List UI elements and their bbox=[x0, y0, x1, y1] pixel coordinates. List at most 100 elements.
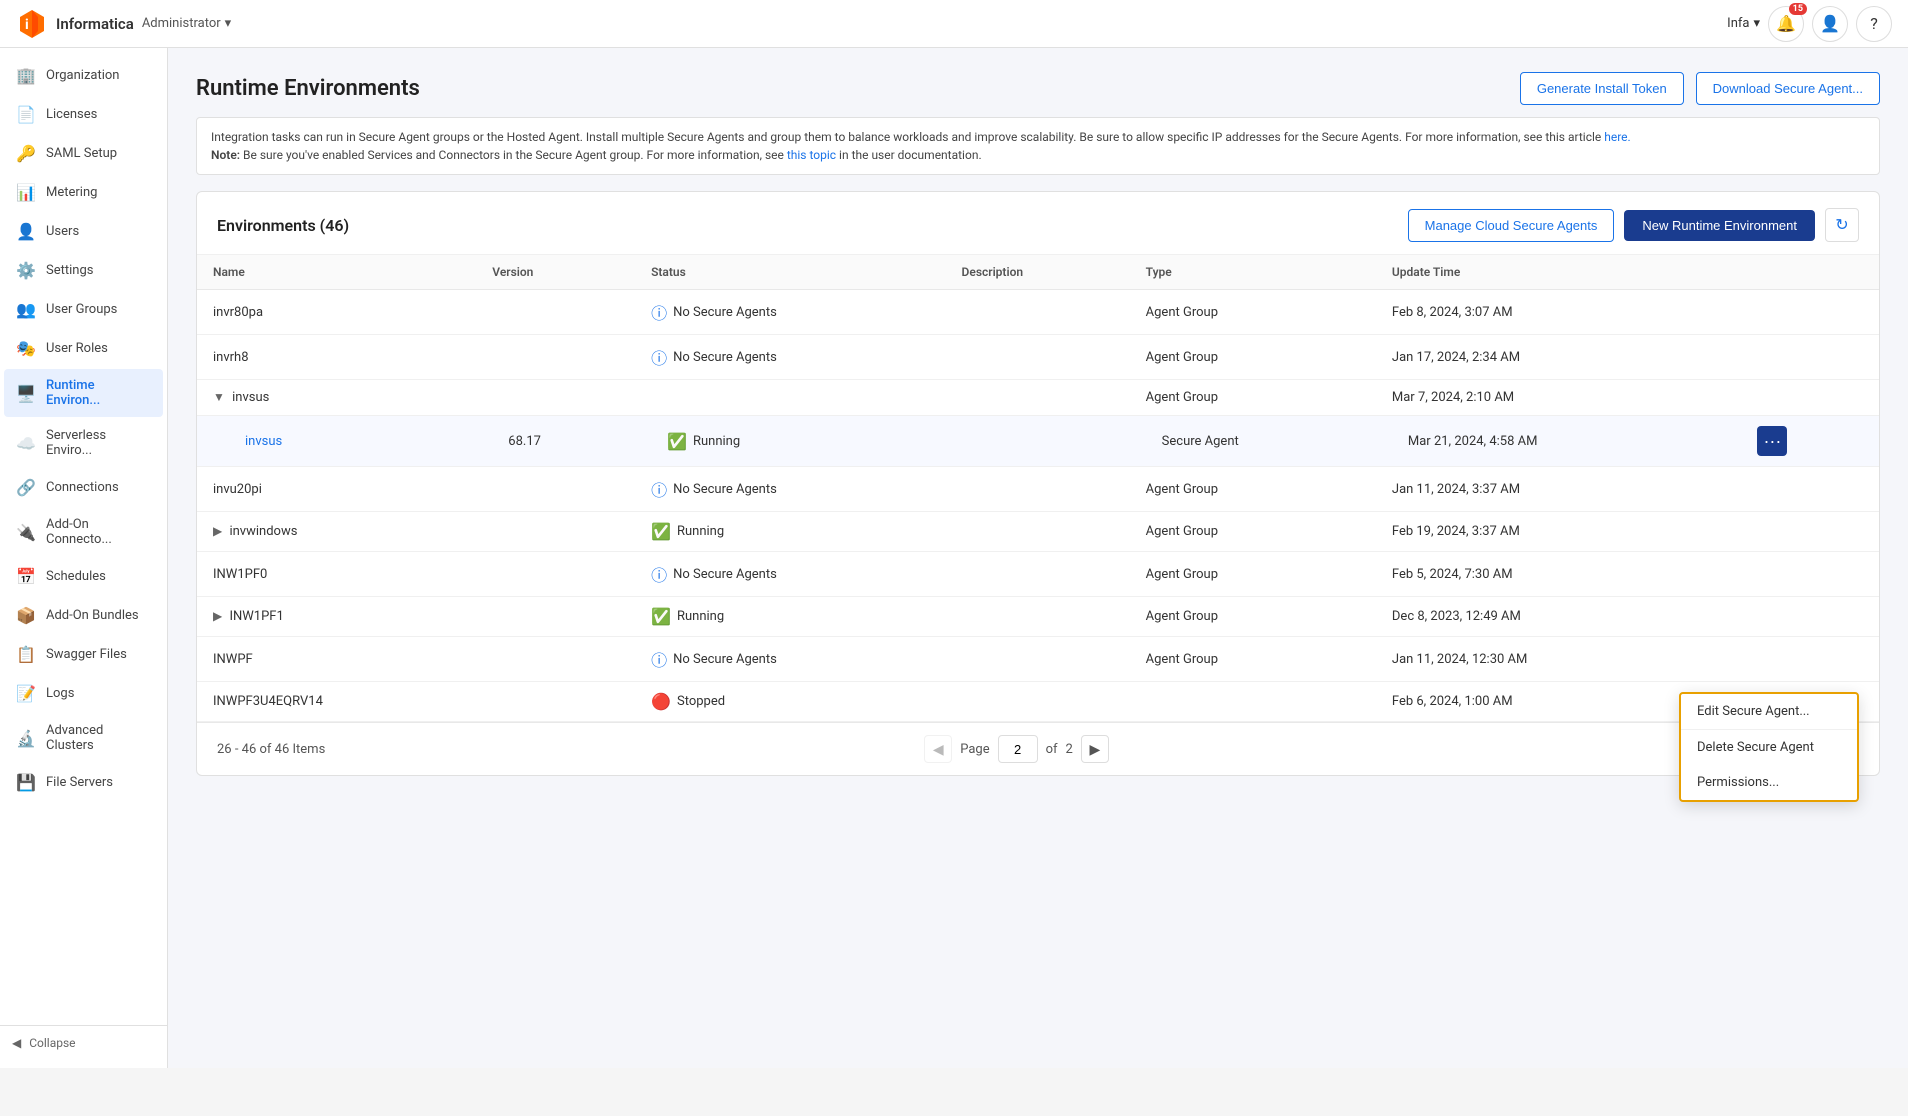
sidebar-item-user-groups[interactable]: 👥 User Groups bbox=[4, 291, 163, 328]
info-text-block: Integration tasks can run in Secure Agen… bbox=[196, 117, 1880, 175]
addon-bundles-icon: 📦 bbox=[16, 606, 36, 625]
users-icon: 👤 bbox=[16, 222, 36, 241]
table-row: INWPF3U4EQRV14 🔴 Stopped Feb 6, 2024, 1:… bbox=[197, 682, 1879, 722]
permissions-menu-item[interactable]: Permissions... bbox=[1681, 765, 1857, 800]
sidebar-item-serverless-enviro[interactable]: ☁️ Serverless Enviro... bbox=[4, 419, 163, 467]
cell-version bbox=[476, 597, 635, 637]
edit-secure-agent-menu-item[interactable]: Edit Secure Agent... bbox=[1681, 694, 1857, 730]
prev-page-button[interactable]: ◀ bbox=[924, 735, 952, 763]
cell-actions bbox=[1725, 290, 1879, 335]
refresh-button[interactable]: ↻ bbox=[1825, 208, 1859, 242]
manage-cloud-secure-agents-button[interactable]: Manage Cloud Secure Agents bbox=[1408, 209, 1615, 242]
notifications-button[interactable]: 🔔 15 bbox=[1768, 6, 1804, 42]
expand-button[interactable]: ▼ bbox=[213, 390, 225, 404]
cell-update-time: Feb 6, 2024, 1:00 AM bbox=[1376, 682, 1726, 722]
info-text-content: Integration tasks can run in Secure Agen… bbox=[211, 130, 1604, 144]
sidebar-item-settings[interactable]: ⚙️ Settings bbox=[4, 252, 163, 289]
main-content: Runtime Environments Generate Install To… bbox=[168, 48, 1908, 1068]
sidebar-item-licenses[interactable]: 📄 Licenses bbox=[4, 96, 163, 133]
note-text: Note: Be sure you've enabled Services an… bbox=[211, 148, 787, 162]
sidebar-item-addon-connecto[interactable]: 🔌 Add-On Connecto... bbox=[4, 508, 163, 556]
informatica-logo: i bbox=[16, 8, 48, 40]
table-row: invr80pa ⓘ No Secure Agents Agent Group … bbox=[197, 290, 1879, 335]
delete-secure-agent-menu-item[interactable]: Delete Secure Agent bbox=[1681, 730, 1857, 765]
sidebar-item-label: Metering bbox=[46, 185, 97, 200]
cell-actions bbox=[1725, 335, 1879, 380]
sidebar-collapse-btn[interactable]: ◀ Collapse bbox=[0, 1025, 167, 1060]
cell-update-time: Mar 21, 2024, 4:58 AM bbox=[1376, 416, 1726, 467]
status-running-icon: ✅ bbox=[651, 522, 671, 541]
of-label: of bbox=[1046, 742, 1058, 757]
page-title: Runtime Environments bbox=[196, 76, 420, 101]
sidebar-item-file-servers[interactable]: 💾 File Servers bbox=[4, 764, 163, 801]
logs-icon: 📝 bbox=[16, 684, 36, 703]
status-info-icon: ⓘ bbox=[651, 647, 667, 671]
swagger-icon: 📋 bbox=[16, 645, 36, 664]
organization-icon: 🏢 bbox=[16, 66, 36, 85]
page-header-actions: Generate Install Token Download Secure A… bbox=[1520, 72, 1880, 105]
generate-install-token-button[interactable]: Generate Install Token bbox=[1520, 72, 1684, 105]
sidebar-item-user-roles[interactable]: 🎭 User Roles bbox=[4, 330, 163, 367]
sidebar-item-users[interactable]: 👤 Users bbox=[4, 213, 163, 250]
cell-description bbox=[946, 416, 1130, 467]
sidebar-item-metering[interactable]: 📊 Metering bbox=[4, 174, 163, 211]
profile-button[interactable]: 👤 bbox=[1812, 6, 1848, 42]
sidebar-item-label: Connections bbox=[46, 480, 119, 495]
cell-status: ✅ Running bbox=[635, 597, 945, 637]
cell-version bbox=[476, 637, 635, 682]
cell-status: 🔴 Stopped bbox=[635, 682, 945, 722]
expand-button[interactable]: ▶ bbox=[213, 524, 222, 538]
licenses-icon: 📄 bbox=[16, 105, 36, 124]
next-page-button[interactable]: ▶ bbox=[1081, 735, 1109, 763]
download-secure-agent-button[interactable]: Download Secure Agent... bbox=[1696, 72, 1880, 105]
page-number-input[interactable] bbox=[998, 735, 1038, 763]
runtime-icon: 🖥️ bbox=[16, 384, 36, 403]
sidebar-item-saml-setup[interactable]: 🔑 SAML Setup bbox=[4, 135, 163, 172]
refresh-icon: ↻ bbox=[1835, 215, 1848, 235]
cell-description bbox=[946, 637, 1130, 682]
sidebar-item-label: Advanced Clusters bbox=[46, 723, 151, 753]
table-row: ▶ invwindows ✅ Running Agent Group Feb 1… bbox=[197, 512, 1879, 552]
table-row: invrh8 ⓘ No Secure Agents Agent Group Ja… bbox=[197, 335, 1879, 380]
info-link[interactable]: here. bbox=[1604, 130, 1630, 144]
sidebar-item-runtime-environ[interactable]: 🖥️ Runtime Environ... bbox=[4, 369, 163, 417]
sidebar-item-logs[interactable]: 📝 Logs bbox=[4, 675, 163, 712]
serverless-icon: ☁️ bbox=[16, 434, 36, 453]
note-link[interactable]: this topic bbox=[787, 148, 836, 162]
cell-name: INWPF3U4EQRV14 bbox=[197, 682, 476, 722]
collapse-label: Collapse bbox=[29, 1036, 75, 1050]
sidebar-item-label: SAML Setup bbox=[46, 146, 117, 161]
user-org-selector[interactable]: Infa ▾ bbox=[1727, 16, 1760, 31]
action-menu-button[interactable]: ··· bbox=[1757, 426, 1787, 456]
sidebar-item-swagger-files[interactable]: 📋 Swagger Files bbox=[4, 636, 163, 673]
cell-name: invr80pa bbox=[197, 290, 476, 335]
sidebar-item-connections[interactable]: 🔗 Connections bbox=[4, 469, 163, 506]
sidebar-item-addon-bundles[interactable]: 📦 Add-On Bundles bbox=[4, 597, 163, 634]
sidebar-item-advanced-clusters[interactable]: 🔬 Advanced Clusters bbox=[4, 714, 163, 762]
cell-version bbox=[476, 512, 635, 552]
sidebar-item-organization[interactable]: 🏢 Organization bbox=[4, 57, 163, 94]
cell-status: ⓘ No Secure Agents bbox=[635, 467, 945, 512]
cell-status: ⓘ No Secure Agents bbox=[635, 637, 945, 682]
expand-button[interactable]: ▶ bbox=[213, 609, 222, 623]
cell-actions: ··· bbox=[1725, 416, 1879, 467]
admin-label[interactable]: Administrator ▾ bbox=[142, 16, 231, 31]
cell-update-time: Feb 8, 2024, 3:07 AM bbox=[1376, 290, 1726, 335]
help-button[interactable]: ? bbox=[1856, 6, 1892, 42]
sidebar-item-label: Settings bbox=[46, 263, 93, 278]
cell-update-time: Dec 8, 2023, 12:49 AM bbox=[1376, 597, 1726, 637]
sidebar-item-label: User Roles bbox=[46, 341, 108, 356]
cell-type: Secure Agent bbox=[1130, 416, 1376, 467]
sidebar-item-schedules[interactable]: 📅 Schedules bbox=[4, 558, 163, 595]
cell-description bbox=[946, 335, 1130, 380]
page-label: Page bbox=[960, 742, 989, 757]
cell-type: Agent Group bbox=[1130, 290, 1376, 335]
environments-table: Name Version Status Description Type Upd… bbox=[197, 255, 1879, 722]
new-runtime-environment-button[interactable]: New Runtime Environment bbox=[1624, 210, 1815, 241]
settings-icon: ⚙️ bbox=[16, 261, 36, 280]
cell-description bbox=[946, 512, 1130, 552]
advanced-clusters-icon: 🔬 bbox=[16, 729, 36, 748]
cell-update-time: Feb 19, 2024, 3:37 AM bbox=[1376, 512, 1726, 552]
cell-name: invrh8 bbox=[197, 335, 476, 380]
table-actions: Manage Cloud Secure Agents New Runtime E… bbox=[1408, 208, 1859, 242]
